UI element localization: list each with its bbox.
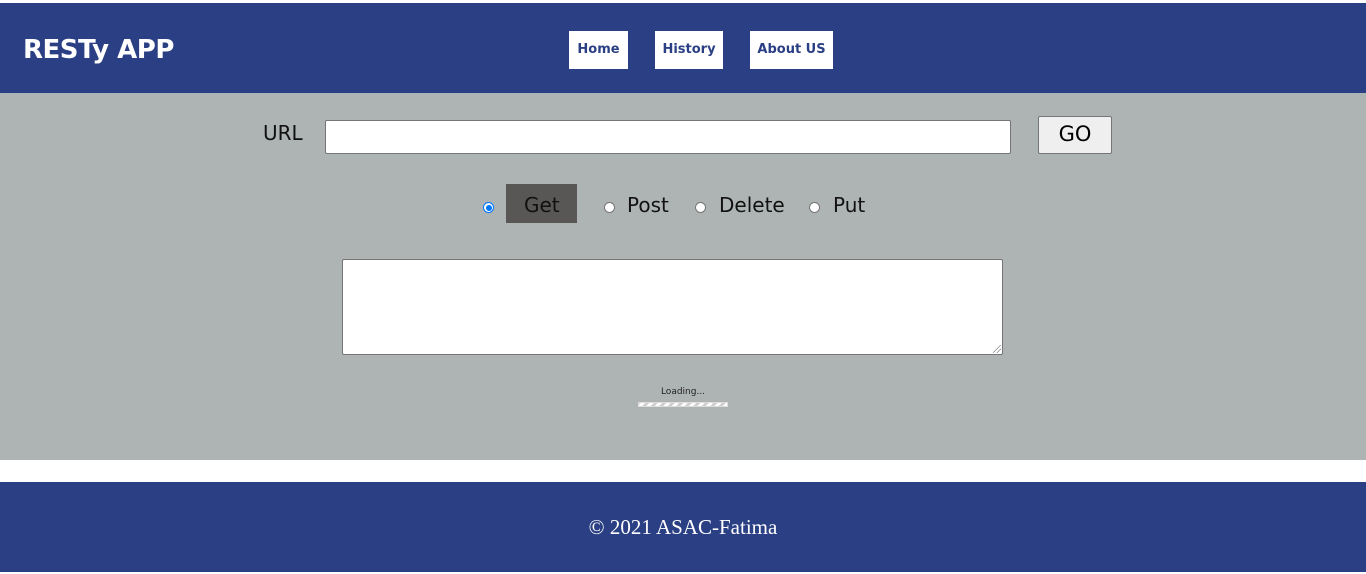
app-title: RESTy APP [23, 35, 174, 65]
url-label: URL [263, 121, 303, 145]
loading-progress-bar [638, 402, 728, 407]
method-delete-radio[interactable] [695, 202, 706, 213]
request-panel: URL GO Get Post Delete Put Loading... [0, 93, 1366, 460]
method-put-radio[interactable] [809, 202, 820, 213]
loading-text: Loading... [660, 387, 706, 397]
resize-grip-icon[interactable] [993, 345, 1001, 353]
method-get-radio[interactable] [483, 202, 494, 213]
nav-about-button[interactable]: About US [750, 31, 833, 69]
method-delete-label[interactable]: Delete [719, 192, 785, 218]
request-body-textarea[interactable] [342, 259, 1003, 355]
method-post-radio[interactable] [604, 202, 615, 213]
method-post-label[interactable]: Post [627, 192, 669, 218]
app-footer: © 2021 ASAC-Fatima [0, 482, 1366, 572]
app-header: RESTy APP Home History About US [0, 3, 1366, 93]
nav-home-button[interactable]: Home [569, 31, 628, 69]
footer-copyright: © 2021 ASAC-Fatima [588, 515, 778, 539]
method-get-label[interactable]: Get [524, 192, 560, 218]
method-put-label[interactable]: Put [833, 192, 865, 218]
url-input[interactable] [325, 120, 1011, 154]
nav-history-button[interactable]: History [655, 31, 723, 69]
go-button[interactable]: GO [1038, 116, 1112, 154]
